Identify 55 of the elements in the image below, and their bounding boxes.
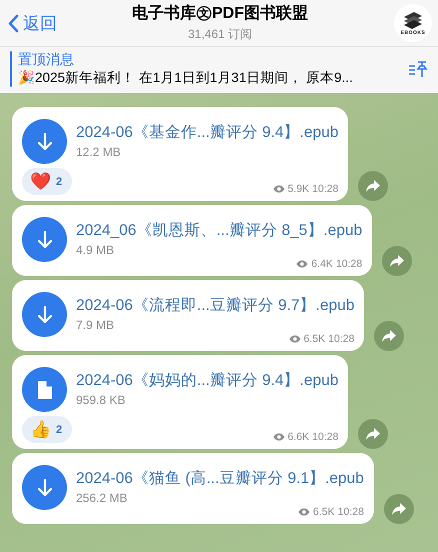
- download-arrow-icon: [36, 478, 54, 498]
- pinned-list-icon[interactable]: [408, 60, 428, 78]
- download-arrow-icon: [36, 132, 54, 152]
- channel-title: 电子书库㉆PDF图书联盟: [132, 3, 308, 24]
- eye-icon: [288, 335, 301, 343]
- file-name: 2024_06《凯恩斯、...瓣评分 8_5】.epub: [76, 221, 362, 241]
- file-name: 2024-06《流程即...豆瓣评分 9.7】.epub: [76, 296, 354, 316]
- reaction-button[interactable]: ❤ 2: [22, 168, 72, 195]
- file-name: 2024-06《妈妈的...瓣评分 9.4】.epub: [76, 371, 338, 391]
- file-size: 12.2 MB: [76, 145, 122, 159]
- message-time: 10:28: [338, 506, 364, 518]
- file-size: 4.9 MB: [76, 243, 116, 257]
- file-size: 959.8 KB: [76, 393, 126, 407]
- book-stack-icon: [402, 10, 424, 28]
- share-button[interactable]: [358, 171, 388, 201]
- share-arrow-icon: [390, 255, 404, 267]
- download-button[interactable]: [22, 292, 67, 337]
- share-arrow-icon: [392, 503, 406, 515]
- document-icon: [36, 380, 52, 400]
- share-button[interactable]: [382, 246, 412, 276]
- view-count: 5.9K: [288, 183, 310, 195]
- view-count: 6.5K: [304, 333, 326, 345]
- file-name: 2024-06《基金作...瓣评分 9.4】.epub: [76, 123, 338, 143]
- view-count: 6.5K: [313, 506, 335, 518]
- share-arrow-icon: [382, 330, 396, 342]
- pinned-message[interactable]: 🎉2025新年福利！ 在1月1日到1月31日期间， 原本9...: [18, 69, 402, 87]
- file-button[interactable]: [22, 367, 67, 412]
- message-time: 10:28: [312, 431, 338, 443]
- eye-icon: [272, 433, 285, 441]
- message-time: 10:28: [336, 258, 362, 270]
- file-size: 7.9 MB: [76, 318, 116, 332]
- download-button[interactable]: [22, 217, 67, 262]
- eye-icon: [296, 260, 308, 268]
- pinned-label: 置顶消息: [18, 51, 75, 69]
- share-button[interactable]: [358, 419, 388, 449]
- file-name: 2024-06《猫鱼 (高...豆瓣评分 9.1】.epub: [76, 469, 364, 489]
- share-button[interactable]: [374, 321, 404, 351]
- view-count: 6.6K: [288, 431, 310, 443]
- chevron-left-icon: [8, 14, 19, 32]
- message-time: 10:28: [328, 333, 354, 345]
- back-button[interactable]: 返回: [8, 12, 98, 34]
- share-button[interactable]: [384, 494, 414, 524]
- message-time: 10:28: [312, 183, 338, 195]
- eye-icon: [298, 508, 310, 516]
- eye-icon: [272, 185, 285, 193]
- share-arrow-icon: [366, 428, 380, 440]
- download-arrow-icon: [36, 304, 54, 324]
- view-count: 6.4K: [311, 258, 333, 270]
- download-button[interactable]: [22, 465, 67, 510]
- download-arrow-icon: [36, 230, 54, 250]
- file-size: 256.2 MB: [76, 491, 128, 505]
- download-button[interactable]: [22, 119, 67, 164]
- subscriber-count: 31,461 订阅: [188, 26, 252, 43]
- share-arrow-icon: [366, 180, 380, 192]
- reaction-button[interactable]: 👍 2: [22, 416, 72, 443]
